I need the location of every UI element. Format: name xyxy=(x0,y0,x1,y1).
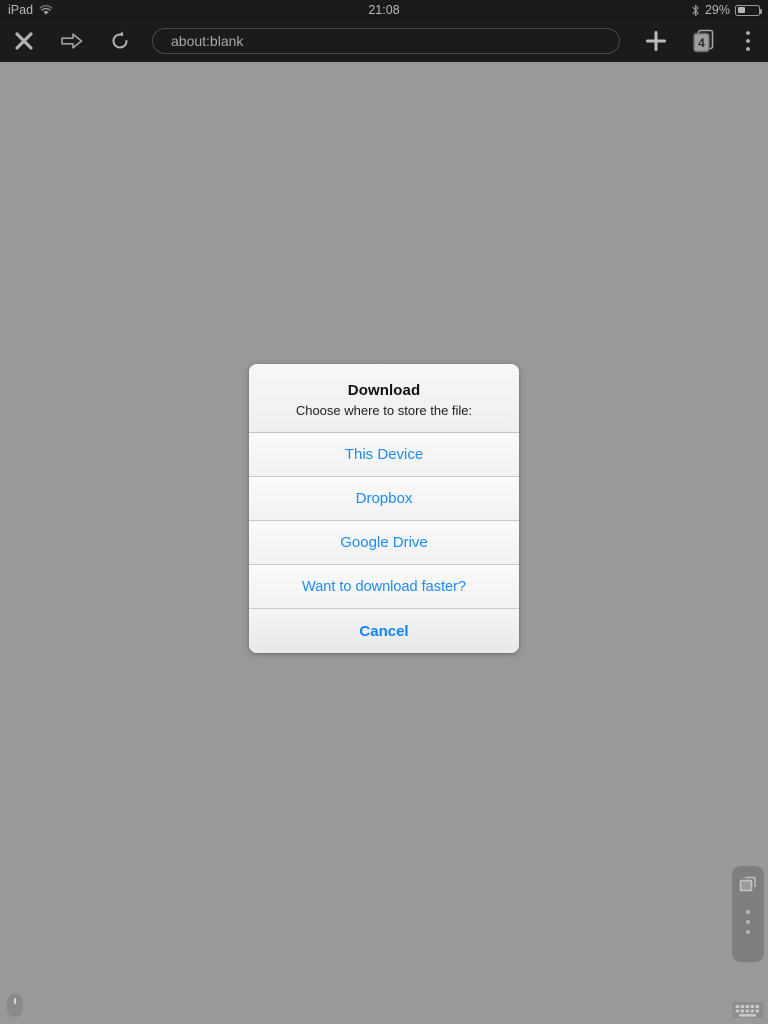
floating-side-panel[interactable] xyxy=(732,866,764,962)
status-bar-center: 21:08 xyxy=(0,0,768,20)
clock-label: 21:08 xyxy=(368,3,400,17)
tab-count-label: 4 xyxy=(698,35,705,50)
battery-icon xyxy=(735,4,762,16)
battery-percent-label: 29% xyxy=(704,3,730,17)
more-options-icon[interactable] xyxy=(746,910,750,934)
keyboard-icon[interactable] xyxy=(732,1000,764,1020)
dialog-option-dropbox[interactable]: Dropbox xyxy=(249,477,519,521)
overflow-menu-icon xyxy=(745,30,751,52)
windows-stack-icon[interactable] xyxy=(738,875,758,900)
dialog-title: Download xyxy=(347,382,421,399)
reload-icon xyxy=(109,30,131,52)
ipad-browser-screen: iPad 21:08 29% about:blank 4 Download Ch… xyxy=(0,0,768,1024)
plus-icon xyxy=(644,29,668,53)
new-tab-button[interactable] xyxy=(632,20,680,62)
dialog-option-google-drive[interactable]: Google Drive xyxy=(249,521,519,565)
dialog-option-download-faster-promo[interactable]: Want to download faster? xyxy=(249,565,519,609)
url-text: about:blank xyxy=(171,33,244,49)
tabs-button[interactable]: 4 xyxy=(680,20,728,62)
bluetooth-icon xyxy=(691,4,700,17)
tabs-icon: 4 xyxy=(691,28,717,54)
status-bar-right: 29% xyxy=(691,0,762,20)
status-bar: iPad 21:08 29% xyxy=(0,0,768,20)
reload-button[interactable] xyxy=(96,20,144,62)
browser-toolbar: about:blank 4 xyxy=(0,20,768,62)
dialog-header: Download Choose where to store the file: xyxy=(249,364,519,433)
mouse-pointer-icon[interactable] xyxy=(6,993,24,1018)
dialog-cancel-button[interactable]: Cancel xyxy=(249,609,519,653)
address-bar[interactable]: about:blank xyxy=(152,28,620,54)
download-dialog: Download Choose where to store the file:… xyxy=(249,364,519,653)
forward-button[interactable] xyxy=(48,20,96,62)
close-icon xyxy=(13,30,35,52)
dialog-option-this-device[interactable]: This Device xyxy=(249,433,519,477)
overflow-menu-button[interactable] xyxy=(728,20,768,62)
forward-arrow-icon xyxy=(60,31,84,51)
dialog-subtitle: Choose where to store the file: xyxy=(295,403,473,418)
close-button[interactable] xyxy=(0,20,48,62)
